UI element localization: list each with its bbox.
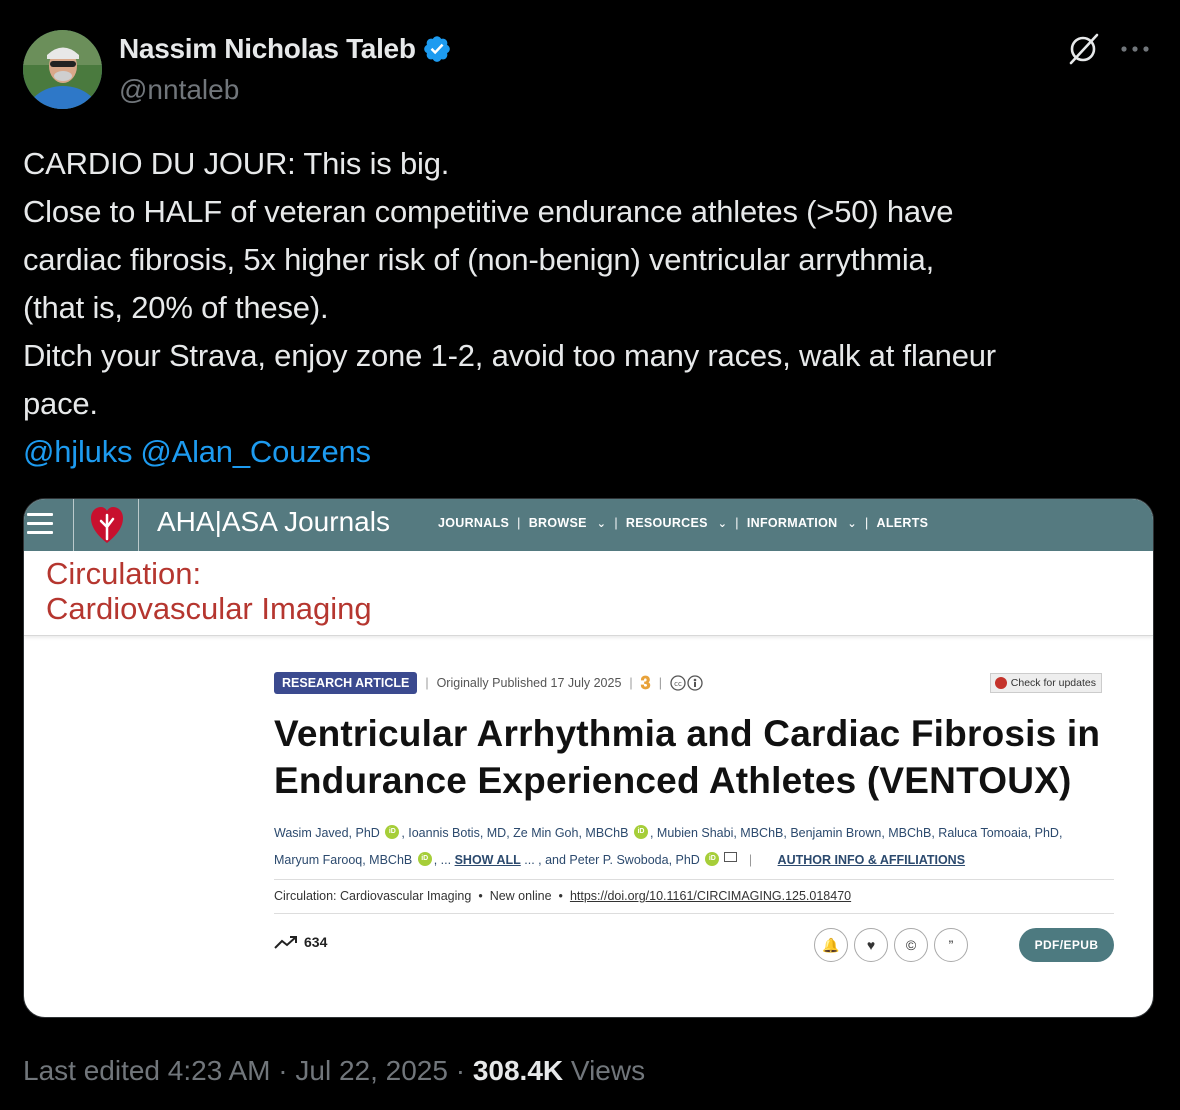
chevron-down-icon: ⌄: [717, 517, 728, 530]
tweet-text: CARDIO DU JOUR: This is big. Close to HA…: [23, 140, 1153, 476]
citation-line: Circulation: Cardiovascular Imaging • New …: [274, 879, 1114, 914]
show-all-link: SHOW ALL: [454, 853, 521, 867]
tweet-line: CARDIO DU JOUR: This is big.: [23, 146, 450, 181]
published-date: Originally Published 17 July 2025: [436, 676, 622, 690]
journal-header: Circulation: Cardiovascular Imaging: [24, 551, 1153, 636]
edited-timestamp[interactable]: Last edited 4:23 AM · Jul 22, 2025 ·: [23, 1055, 473, 1086]
aha-nav: JOURNALS | BROWSE ⌄ | RESOURCES ⌄ | INFORM…: [438, 516, 929, 530]
tweet-line: Ditch your Strava, enjoy zone 1-2, avoid…: [23, 338, 996, 373]
orcid-icon: iD: [633, 825, 648, 839]
citation-journal: Circulation: Cardiovascular Imaging: [274, 889, 472, 903]
check-updates-label: Check for updates: [1010, 677, 1096, 689]
author-list: Wasim Javed, PhD iD, Ioannis Botis, MD, …: [274, 825, 1063, 867]
doi-link: https://doi.org/10.1161/CIRCIMAGING.125.…: [569, 889, 852, 903]
divider: [73, 499, 74, 551]
mention-link[interactable]: @hjluks: [23, 434, 133, 469]
article-card: RESEARCH ARTICLE | Originally Published …: [274, 671, 1114, 974]
orcid-icon: iD: [385, 825, 400, 839]
article-type-badge: RESEARCH ARTICLE: [274, 672, 418, 694]
chevron-down-icon: ⌄: [847, 517, 857, 530]
author-name: ... , and Peter P. Swoboda, PhD: [524, 853, 700, 867]
metric-count: 634: [304, 934, 328, 950]
verified-badge-icon: [423, 36, 450, 62]
nav-browse: BROWSE: [528, 516, 587, 530]
journal-title-line: Cardiovascular Imaging: [46, 591, 372, 626]
favorite-icon: ♥: [854, 928, 888, 962]
creative-commons-icon: cc: [670, 675, 703, 691]
views-label: Views: [563, 1055, 646, 1086]
chevron-down-icon: ⌄: [596, 517, 607, 530]
journal-title-line: Circulation:: [46, 556, 202, 591]
mail-icon: [724, 852, 738, 862]
author-name[interactable]: Nassim Nicholas Taleb: [119, 33, 452, 65]
open-access-icon: 𝟑: [640, 672, 651, 693]
metrics: 634: [274, 934, 327, 950]
bell-icon: 🔔: [814, 928, 848, 962]
article-title: Ventricular Arrhythmia and Cardiac Fibro…: [274, 713, 1101, 801]
media-image[interactable]: AHA|ASA Journals JOURNALS | BROWSE ⌄ | RE…: [23, 498, 1154, 1018]
article-meta: RESEARCH ARTICLE | Originally Published …: [274, 671, 1114, 695]
metrics-row: 634 🔔 ♥ © ” PDF/EPUB: [274, 914, 1114, 974]
aha-nav-bar: AHA|ASA Journals JOURNALS | BROWSE ⌄ | RE…: [24, 499, 1153, 551]
quote-icon: ”: [934, 928, 968, 962]
pdf-epub-button: PDF/EPUB: [1019, 928, 1114, 962]
nav-information: INFORMATION: [746, 516, 838, 530]
check-updates-icon: [994, 677, 1007, 689]
tweet-line: cardiac fibrosis, 5x higher risk of (non…: [23, 242, 935, 277]
hamburger-menu-icon: [27, 513, 53, 535]
grok-icon[interactable]: [1066, 32, 1100, 66]
citation-status: New online: [489, 889, 552, 903]
author-name: , Mubien Shabi, MBChB, Benjamin Brown, M…: [649, 826, 1063, 840]
tweet-footer: Last edited 4:23 AM · Jul 22, 2025 · 308…: [23, 1055, 645, 1087]
trending-icon: [274, 936, 297, 949]
nav-resources: RESOURCES: [625, 516, 708, 530]
author-handle[interactable]: @nntaleb: [119, 74, 239, 106]
copyright-icon: ©: [894, 928, 928, 962]
journal-title: Circulation: Cardiovascular Imaging: [46, 556, 372, 626]
tweet-line: (that is, 20% of these).: [23, 290, 329, 325]
aha-brand: AHA|ASA Journals: [157, 506, 390, 537]
tweet-line: Close to HALF of veteran competitive end…: [23, 194, 954, 229]
more-options-icon[interactable]: [1118, 36, 1152, 62]
orcid-icon: iD: [417, 852, 432, 866]
author-name: Wasim Javed, PhD: [274, 826, 380, 840]
mention-link[interactable]: @Alan_Couzens: [140, 434, 371, 469]
svg-text:cc: cc: [674, 680, 682, 688]
views-count: 308.4K: [472, 1055, 564, 1086]
author-name: Maryum Farooq, MBChB: [274, 853, 413, 867]
check-updates-button: Check for updates: [989, 673, 1102, 693]
avatar[interactable]: [23, 30, 102, 109]
author-name: , Ioannis Botis, MD, Ze Min Goh, MBChB: [401, 826, 629, 840]
affiliations-link: AUTHOR INFO & AFFILIATIONS: [777, 853, 966, 867]
author-name-text[interactable]: Nassim Nicholas Taleb: [119, 33, 416, 65]
article-actions: 🔔 ♥ © ”: [814, 928, 968, 962]
orcid-icon: iD: [705, 852, 720, 866]
author-ellipsis: , ...: [433, 853, 452, 867]
nav-journals: JOURNALS: [438, 516, 510, 530]
nav-alerts: ALERTS: [876, 516, 929, 530]
aha-heart-logo-icon: [91, 507, 123, 543]
mentions: @hjluks @Alan_Couzens: [23, 428, 1153, 476]
tweet-line: pace.: [23, 386, 98, 421]
divider: [138, 499, 139, 551]
